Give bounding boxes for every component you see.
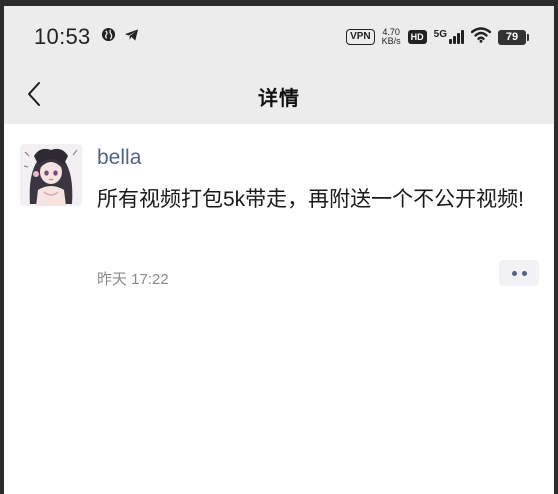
dot-icon — [511, 270, 517, 276]
back-button[interactable] — [16, 78, 52, 114]
chevron-left-icon — [27, 81, 41, 112]
status-system-icons: VPN 4.70 KB/s HD 5G 79 — [346, 26, 529, 48]
cellular-signal-icon: 5G — [434, 30, 464, 44]
avatar[interactable] — [20, 144, 82, 206]
post-text: 所有视频打包5k带走，再附送一个不公开视频! — [97, 188, 525, 211]
more-actions-button[interactable] — [499, 260, 539, 286]
status-notification-icons — [101, 27, 139, 47]
network-speed-unit: KB/s — [381, 36, 401, 46]
telegram-icon — [124, 28, 139, 47]
avatar-anime-girl-image — [20, 144, 82, 206]
hd-voice-icon: HD — [407, 30, 427, 44]
post-timestamp: 昨天 17:22 — [97, 271, 169, 288]
phone-screen: 10:53 VPN 4.70 KB/s HD 5G 79 详情 bella 所有… — [4, 6, 554, 494]
page-title: 详情 — [258, 87, 300, 110]
wifi-icon — [470, 26, 492, 48]
author-name[interactable]: bella — [97, 146, 141, 170]
vpn-icon: VPN — [346, 29, 375, 45]
dot-icon — [521, 270, 527, 276]
network-type: 5G — [433, 29, 447, 40]
moment-post: bella 所有视频打包5k带走，再附送一个不公开视频! 昨天 17:22 — [4, 124, 554, 288]
status-time: 10:53 — [34, 24, 91, 49]
network-speed: 4.70 KB/s — [382, 28, 401, 46]
navigation-bar: 详情 — [4, 68, 554, 124]
status-bar: 10:53 VPN 4.70 KB/s HD 5G 79 — [4, 6, 554, 68]
battery-icon: 79 — [498, 29, 529, 45]
battery-level: 79 — [505, 31, 519, 43]
globe-icon — [101, 27, 116, 47]
